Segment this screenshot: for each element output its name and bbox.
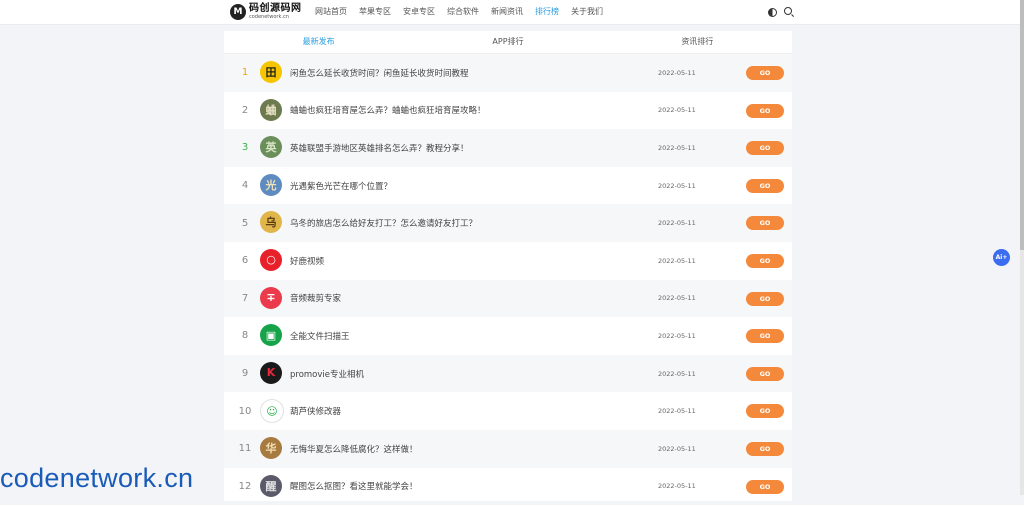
item-date: 2022-05-11: [658, 106, 696, 115]
page-scrollbar[interactable]: [1020, 0, 1024, 495]
item-title-link[interactable]: 光遇紫色光芒在哪个位置？: [290, 167, 392, 205]
ranking-row[interactable]: 5 乌乌冬的旅店怎么给好友打工？怎么邀请好友打工？ 2022-05-11 GO: [224, 204, 792, 242]
item-title-link[interactable]: 好鹿视频: [290, 242, 324, 280]
item-date: 2022-05-11: [658, 219, 696, 228]
top-navbar: M 码创源码网 codenetwork.cn 网站首页 苹果专区 安卓专区 综合软件新…: [0, 0, 1020, 25]
ai-assistant-button[interactable]: Ai+: [993, 249, 1010, 266]
ranking-row[interactable]: 12 醒醒图怎么抠图？看这里就能学会！ 2022-05-11 GO: [224, 468, 792, 505]
site-logo[interactable]: M 码创源码网 codenetwork.cn: [230, 3, 302, 21]
item-title-link[interactable]: 醒图怎么抠图？看这里就能学会！: [290, 468, 418, 505]
go-button[interactable]: GO: [746, 479, 784, 494]
app-thumbnail-icon[interactable]: 蛐: [260, 98, 282, 121]
go-button[interactable]: GO: [746, 366, 784, 381]
item-title-link[interactable]: 蛐蛐也疯狂培育屋怎么弄？蛐蛐也疯狂培育屋攻略！: [290, 92, 486, 130]
ranking-row[interactable]: 9 Kpromovie专业相机 2022-05-11 GO: [224, 354, 792, 393]
go-button[interactable]: GO: [746, 141, 784, 156]
nav-item-3[interactable]: 综合软件: [447, 0, 479, 24]
item-title-link[interactable]: promovie专业相机: [290, 355, 364, 393]
go-button[interactable]: GO: [746, 66, 784, 80]
search-icon[interactable]: [784, 7, 792, 15]
item-title-link[interactable]: 音频裁剪专家: [290, 280, 341, 318]
nav-item-2[interactable]: 安卓专区: [403, 0, 435, 24]
tab-0[interactable]: 最新发布: [224, 31, 413, 53]
item-title-link[interactable]: 闲鱼怎么延长收货时间？闲鱼延长收货时间教程: [290, 54, 469, 92]
item-date: 2022-05-11: [658, 331, 696, 340]
ranking-row[interactable]: 7 ∓ 音频裁剪专家 2022-05-11 GO: [224, 279, 792, 318]
item-date: 2022-05-11: [658, 482, 696, 491]
item-date: 2022-05-11: [658, 444, 696, 453]
app-thumbnail-icon[interactable]: 田: [260, 61, 282, 83]
ranking-tabs: 最新发布 APP排行 资讯排行: [224, 31, 792, 54]
item-date: 2022-05-11: [658, 181, 696, 190]
watermark-text: codenetwork.cn: [0, 463, 194, 493]
go-button[interactable]: GO: [746, 253, 784, 268]
nav-item-5[interactable]: 排行榜: [535, 0, 559, 24]
go-button[interactable]: GO: [746, 329, 784, 344]
go-button[interactable]: GO: [746, 103, 784, 118]
tab-1[interactable]: APP排行: [413, 31, 602, 53]
item-title-link[interactable]: 全能文件扫描王: [290, 317, 350, 355]
logo-name: 码创源码网: [249, 3, 302, 14]
item-date: 2022-05-11: [658, 143, 696, 152]
ranking-row[interactable]: 8 ▣ 全能文件扫描王 2022-05-11 GO: [224, 317, 792, 355]
ranking-row[interactable]: 10 ☺ 葫芦侠修改器 2022-05-11 GO: [224, 392, 792, 430]
item-date: 2022-05-11: [658, 256, 696, 265]
item-title-link[interactable]: 英雄联盟手游地区英雄排名怎么弄？教程分享！: [290, 129, 469, 167]
scrollbar-thumb[interactable]: [1020, 0, 1024, 250]
ranking-row[interactable]: 4 光光遇紫色光芒在哪个位置？ 2022-05-11 GO: [224, 167, 792, 205]
ranking-row[interactable]: 11 华无悔华夏怎么降低腐化？这样做！ 2022-05-11 GO: [224, 429, 792, 468]
theme-toggle-icon[interactable]: [768, 8, 777, 17]
item-date: 2022-05-11: [658, 68, 696, 77]
ranking-row[interactable]: 2 蛐蛐蛐也疯狂培育屋怎么弄？蛐蛐也疯狂培育屋攻略！ 2022-05-11 GO: [224, 92, 792, 130]
app-thumbnail-icon[interactable]: 乌: [260, 211, 282, 234]
app-thumbnail-icon[interactable]: ∓: [260, 286, 282, 309]
go-button[interactable]: GO: [746, 216, 784, 231]
app-thumbnail-icon[interactable]: K: [260, 361, 282, 384]
ranking-row[interactable]: 3 英英雄联盟手游地区英雄排名怎么弄？教程分享！ 2022-05-11 GO: [224, 129, 792, 167]
go-button[interactable]: GO: [746, 178, 784, 193]
logo-icon: M: [230, 4, 246, 20]
app-thumbnail-icon[interactable]: 醒: [260, 474, 282, 497]
item-title-link[interactable]: 葫芦侠修改器: [290, 392, 341, 430]
nav-item-0[interactable]: 网站首页: [315, 0, 347, 24]
nav-item-4[interactable]: 新闻资讯: [491, 0, 523, 24]
item-date: 2022-05-11: [658, 369, 696, 378]
ranking-list: 1 田闲鱼怎么延长收货时间？闲鱼延长收货时间教程 2022-05-11 GO 2 蛐蛐蛐也…: [224, 54, 792, 505]
app-thumbnail-icon[interactable]: 英: [260, 136, 282, 159]
item-title-link[interactable]: 无悔华夏怎么降低腐化？这样做！: [290, 430, 418, 468]
app-thumbnail-icon[interactable]: 光: [260, 173, 282, 196]
app-thumbnail-icon[interactable]: ▣: [260, 324, 282, 347]
main-nav: 网站首页 苹果专区 安卓专区 综合软件 新闻资讯 排行榜 关于我们: [315, 0, 615, 24]
ranking-row[interactable]: 6 ○ 好鹿视频 2022-05-11 GO: [224, 242, 792, 280]
ranking-panel: 最新发布 APP排行 资讯排行 1 田闲鱼怎么延长收货时间？闲鱼延长收货时间教程 202…: [224, 31, 792, 501]
nav-item-1[interactable]: 苹果专区: [359, 0, 391, 24]
item-date: 2022-05-11: [658, 407, 696, 416]
item-date: 2022-05-11: [658, 294, 696, 303]
go-button[interactable]: GO: [746, 291, 784, 306]
logo-domain: codenetwork.cn: [249, 14, 289, 20]
item-title-link[interactable]: 乌冬的旅店怎么给好友打工？怎么邀请好友打工？: [290, 204, 477, 242]
go-button[interactable]: GO: [746, 404, 784, 419]
go-button[interactable]: GO: [746, 441, 784, 456]
nav-item-6[interactable]: 关于我们: [571, 0, 603, 24]
ranking-row[interactable]: 1 田闲鱼怎么延长收货时间？闲鱼延长收货时间教程 2022-05-11 GO: [224, 54, 792, 92]
app-thumbnail-icon[interactable]: 华: [260, 436, 282, 459]
app-thumbnail-icon[interactable]: ○: [260, 248, 282, 271]
app-thumbnail-icon[interactable]: ☺: [260, 399, 284, 424]
tab-2[interactable]: 资讯排行: [603, 31, 792, 53]
